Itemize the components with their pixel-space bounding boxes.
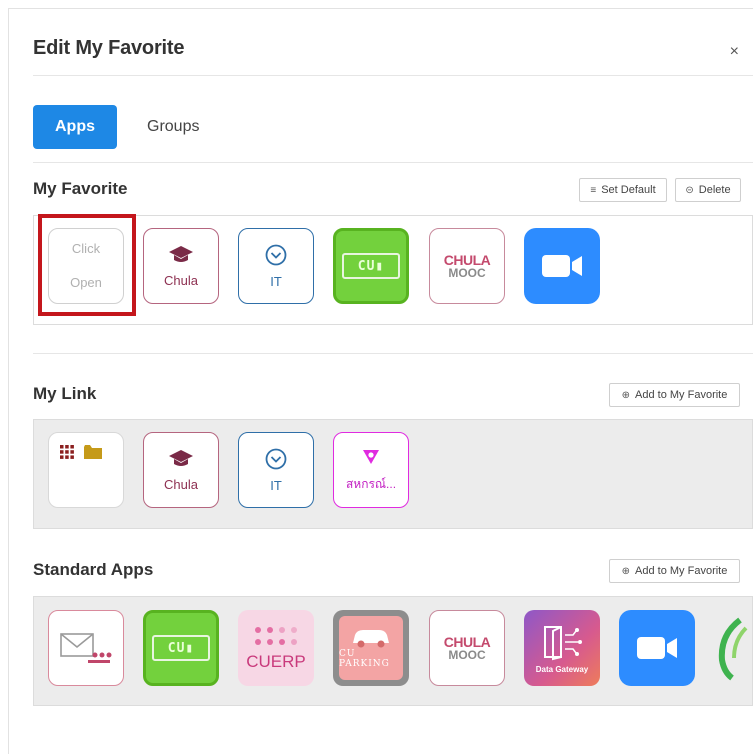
app-tile-chula[interactable]: Chula bbox=[143, 432, 219, 508]
add-to-favorite-label: Add to My Favorite bbox=[635, 389, 728, 401]
cuerp-label: CUERP bbox=[246, 652, 306, 671]
app-tile-folder-group[interactable] bbox=[48, 432, 124, 508]
graduation-cap-icon bbox=[169, 449, 193, 466]
parking-label: CU PARKING bbox=[339, 649, 390, 669]
app-tile-chula-mooc[interactable]: CHULA MOOC bbox=[429, 610, 505, 686]
app-tile-mail[interactable] bbox=[48, 610, 124, 686]
app-tile-label: IT bbox=[270, 477, 282, 493]
door-network-icon bbox=[544, 625, 582, 660]
app-tile-cu-learn[interactable]: CU▮ bbox=[333, 228, 409, 304]
chevron-circle-down-icon bbox=[265, 448, 287, 469]
app-tile-cuerp[interactable]: CUERP bbox=[238, 610, 314, 686]
folder-icon bbox=[84, 445, 102, 459]
set-default-label: Set Default bbox=[601, 184, 656, 196]
car-icon bbox=[353, 630, 389, 648]
minus-circle-icon: ⊝ bbox=[685, 184, 694, 196]
app-tile-label: สหกรณ์... bbox=[345, 476, 397, 491]
app-tile-partial[interactable] bbox=[710, 610, 753, 686]
divider bbox=[33, 75, 753, 76]
app-tile-zoom[interactable] bbox=[619, 610, 695, 686]
video-camera-icon bbox=[637, 637, 677, 659]
list-icon: ≡ bbox=[590, 184, 597, 196]
parking-logo: CU PARKING bbox=[339, 616, 403, 680]
grid-icon bbox=[60, 445, 74, 459]
tab-groups[interactable]: Groups bbox=[125, 105, 221, 149]
app-tile-zoom[interactable] bbox=[524, 228, 600, 304]
plus-circle-icon: ⊕ bbox=[621, 565, 631, 577]
mail-icon bbox=[60, 633, 112, 663]
section-title-my-favorite: My Favorite bbox=[33, 179, 128, 198]
data-gateway-label: Data Gateway bbox=[535, 664, 589, 674]
video-camera-icon bbox=[542, 255, 582, 277]
app-tile-label: Chula bbox=[164, 476, 198, 492]
divider bbox=[33, 162, 753, 163]
app-tile-it[interactable]: IT bbox=[238, 432, 314, 508]
divider bbox=[33, 353, 753, 354]
app-tile-chula-mooc[interactable]: CHULA MOOC bbox=[429, 228, 505, 304]
delete-button[interactable]: ⊝ Delete bbox=[675, 178, 741, 202]
section-title-standard-apps: Standard Apps bbox=[33, 560, 154, 579]
app-tile-coop[interactable]: สหกรณ์... bbox=[333, 432, 409, 508]
dialog-title: Edit My Favorite bbox=[33, 37, 185, 59]
chula-mooc-logo-sub: MOOC bbox=[448, 266, 486, 280]
plus-circle-icon: ⊕ bbox=[621, 389, 631, 401]
app-tile-label: Chula bbox=[164, 272, 198, 288]
cu-learn-logo: CU▮ bbox=[342, 253, 400, 279]
add-to-favorite-label: Add to My Favorite bbox=[635, 565, 728, 577]
app-tile-label: IT bbox=[270, 273, 282, 289]
section-title-my-link: My Link bbox=[33, 384, 97, 403]
highlight-box bbox=[38, 214, 136, 316]
set-default-button[interactable]: ≡ Set Default bbox=[579, 178, 667, 202]
add-to-favorite-button[interactable]: ⊕ Add to My Favorite bbox=[609, 383, 740, 407]
app-tile-data-gateway[interactable]: Data Gateway bbox=[524, 610, 600, 686]
app-tile-chula[interactable]: Chula bbox=[143, 228, 219, 304]
delete-label: Delete bbox=[698, 184, 731, 196]
app-tile-cu-learn[interactable]: CU▮ bbox=[143, 610, 219, 686]
cu-learn-logo: CU▮ bbox=[152, 635, 210, 661]
chula-mooc-logo: CHULA bbox=[443, 252, 491, 268]
add-to-favorite-button[interactable]: ⊕ Add to My Favorite bbox=[609, 559, 740, 583]
coop-logo-icon bbox=[363, 449, 379, 464]
tab-apps[interactable]: Apps bbox=[33, 105, 117, 149]
chula-mooc-logo-sub: MOOC bbox=[448, 648, 486, 662]
close-icon[interactable]: × bbox=[730, 43, 739, 61]
dots-grid-icon bbox=[255, 627, 297, 645]
chevron-circle-down-icon bbox=[265, 244, 287, 265]
app-tile-it[interactable]: IT bbox=[238, 228, 314, 304]
graduation-cap-icon bbox=[169, 245, 193, 262]
partial-app-icon bbox=[718, 617, 748, 681]
chula-mooc-logo: CHULA bbox=[443, 634, 491, 650]
app-tile-cu-parking[interactable]: CU PARKING bbox=[333, 610, 409, 686]
